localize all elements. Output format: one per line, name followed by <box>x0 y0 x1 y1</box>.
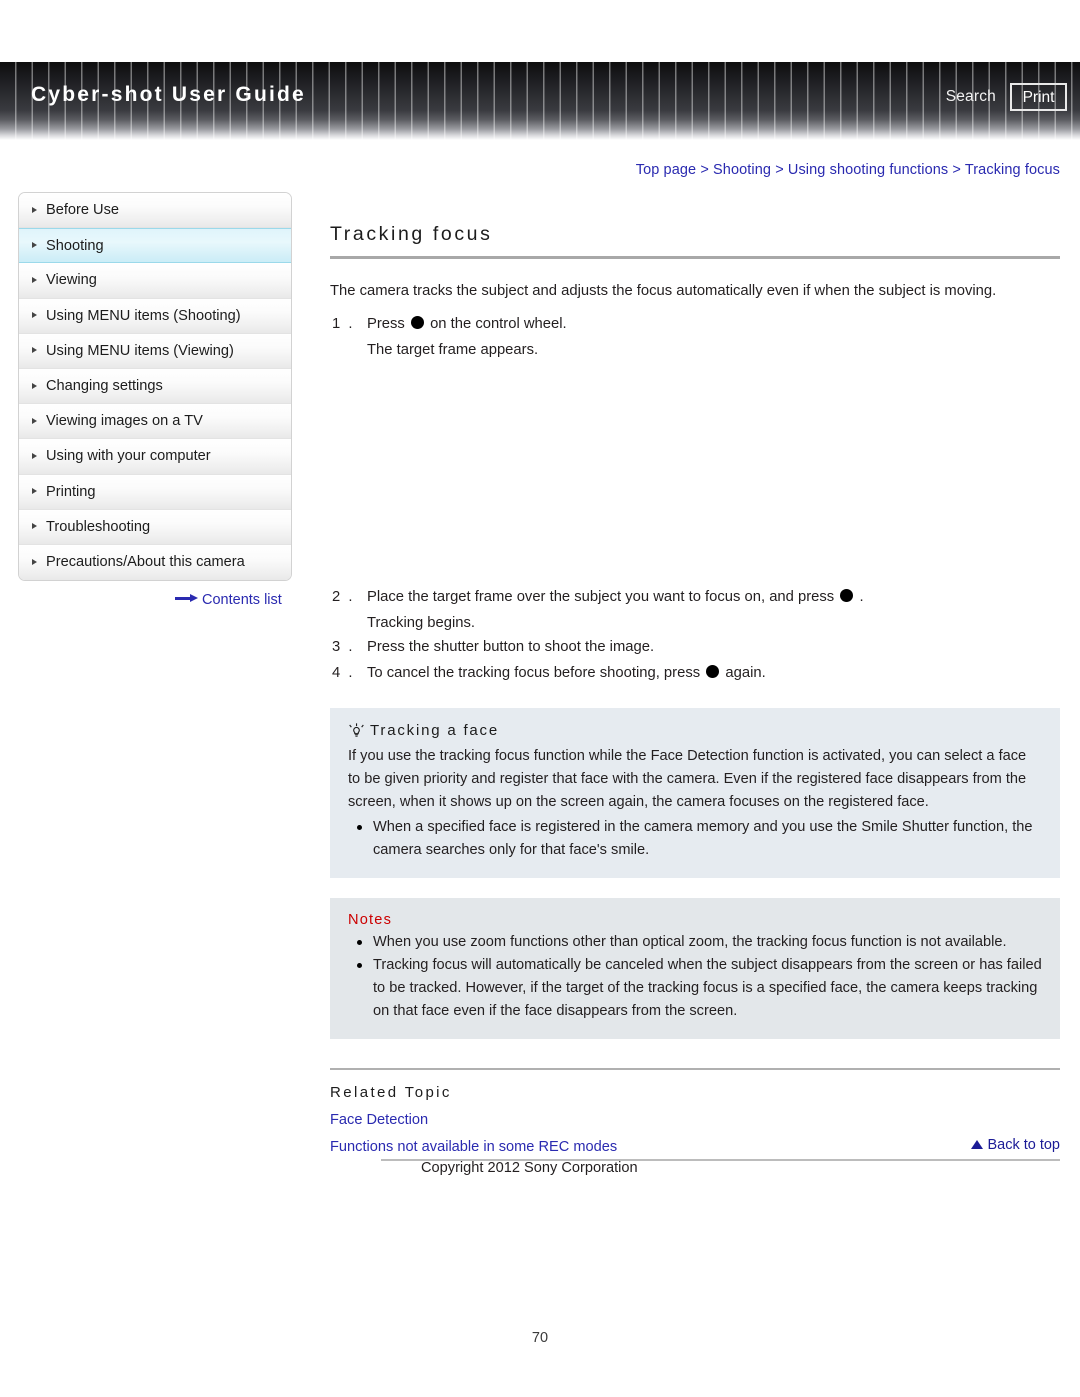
sidebar-item-label: Using MENU items (Viewing) <box>46 342 234 359</box>
search-button[interactable]: Search <box>946 88 996 106</box>
notes-box: Notes When you use zoom functions other … <box>330 897 1060 1040</box>
back-to-top-link[interactable]: Back to top <box>971 1137 1060 1153</box>
triangle-right-icon <box>32 488 37 495</box>
sidebar-item-printing[interactable]: Printing <box>19 474 291 510</box>
lightbulb-icon <box>349 723 364 737</box>
copyright-text: Copyright 2012 Sony Corporation <box>421 1160 638 1176</box>
sidebar-item-label: Before Use <box>46 202 120 218</box>
sidebar-item-label: Using with your computer <box>46 448 211 465</box>
step-number: 3 . <box>332 638 355 655</box>
page-number: 70 <box>531 1330 549 1346</box>
steps-list-continued: 2 . Place the target frame over the subje… <box>330 586 1060 686</box>
triangle-right-icon <box>32 312 37 319</box>
sidebar-item-label: Viewing <box>46 272 97 289</box>
arrow-right-icon <box>175 594 199 603</box>
sidebar-item-label: Troubleshooting <box>46 518 151 535</box>
triangle-right-icon <box>32 417 37 424</box>
sidebar-item-viewing-images-on-a-tv[interactable]: Viewing images on a TV <box>19 404 291 440</box>
sidebar-item-label: Printing <box>46 483 96 500</box>
triangle-right-icon <box>32 206 37 213</box>
control-wheel-center-button-icon <box>410 315 424 329</box>
triangle-up-icon <box>971 1140 984 1149</box>
steps-list: 1 . Press on the control wheel. The target… <box>330 313 1060 363</box>
control-wheel-center-button-icon <box>840 588 854 602</box>
intro-paragraph: The camera tracks the subject and adjust… <box>330 283 997 299</box>
triangle-right-icon <box>32 242 37 249</box>
triangle-right-icon <box>32 452 37 459</box>
step-text: Press <box>367 315 405 332</box>
illustration-placeholder <box>330 363 1060 576</box>
bullet-item: When a specified face is registered in t… <box>348 816 1042 862</box>
step-text: Press the shutter button to shoot the im… <box>367 638 655 655</box>
sidebar-item-using-menu-items-shooting[interactable]: Using MENU items (Shooting) <box>19 298 291 334</box>
related-link[interactable]: Functions not available in some REC mode… <box>330 1139 1060 1155</box>
sidebar-nav: Before Use Shooting Viewing Using MENU item… <box>18 192 292 582</box>
sidebar-item-precautions-about-this-camera[interactable]: Precautions/About this camera <box>19 544 291 581</box>
triangle-right-icon <box>32 558 37 565</box>
contents-list-label: Contents list <box>202 592 282 608</box>
tip-heading-text: Tracking a face <box>370 721 499 739</box>
step-number: 4 . <box>332 664 355 681</box>
related-link[interactable]: Face Detection <box>330 1112 1060 1128</box>
step-number: 1 . <box>332 315 355 332</box>
step-text-after: on the control wheel. <box>430 315 567 332</box>
step-subtext: The target frame appears. <box>367 341 539 358</box>
sidebar-item-label: Viewing images on a TV <box>46 413 203 430</box>
sidebar-item-changing-settings[interactable]: Changing settings <box>19 368 291 405</box>
tip-bullets: When a specified face is registered in t… <box>348 816 1042 862</box>
triangle-right-icon <box>32 347 37 354</box>
related-divider <box>330 1068 1060 1071</box>
main-content: Tracking focus The camera tracks the sub… <box>330 192 1060 1155</box>
tip-body: If you use the tracking focus function w… <box>348 747 1027 810</box>
site-header: Cyber-shot User Guide Search Print <box>0 62 1080 140</box>
sidebar-item-viewing[interactable]: Viewing <box>19 263 291 299</box>
step-subtext: Tracking begins. <box>367 614 476 631</box>
tip-heading: Tracking a face <box>348 722 1042 739</box>
breadcrumb[interactable]: Top page > Shooting > Using shooting fun… <box>636 162 1060 178</box>
triangle-right-icon <box>32 523 37 530</box>
sidebar-item-label: Precautions/About this camera <box>46 553 245 570</box>
triangle-right-icon <box>32 276 37 283</box>
step-text-after: . <box>859 588 864 605</box>
triangle-right-icon <box>32 382 37 389</box>
step-number: 2 . <box>332 588 355 605</box>
step-text: Place the target frame over the subject … <box>367 588 835 605</box>
site-title: Cyber-shot User Guide <box>31 83 306 106</box>
notes-heading: Notes <box>348 911 393 928</box>
sidebar-item-label: Using MENU items (Shooting) <box>46 307 241 324</box>
related-links: Face Detection Functions not available in… <box>330 1112 1060 1155</box>
related-topic-heading: Related Topic <box>330 1084 452 1102</box>
print-button[interactable]: Print <box>1010 83 1067 111</box>
sidebar-item-label: Changing settings <box>46 377 163 394</box>
page-title: Tracking focus <box>330 223 493 245</box>
sidebar-item-shooting[interactable]: Shooting <box>19 228 291 264</box>
step-item: 4 . To cancel the tracking focus before s… <box>330 662 1060 686</box>
notes-bullets: When you use zoom functions other than o… <box>348 931 1042 1023</box>
step-item: 3 . Press the shutter button to shoot the… <box>330 636 1060 660</box>
title-divider <box>330 256 1060 259</box>
bullet-item: When you use zoom functions other than o… <box>348 931 1042 954</box>
bullet-item: Tracking focus will automatically be can… <box>348 954 1042 1023</box>
step-item: 2 . Place the target frame over the subje… <box>330 586 1060 610</box>
step-text: To cancel the tracking focus before shoo… <box>367 664 701 681</box>
control-wheel-center-button-icon <box>706 664 720 678</box>
sidebar-item-before-use[interactable]: Before Use <box>19 193 291 229</box>
sidebar-item-troubleshooting[interactable]: Troubleshooting <box>19 509 291 545</box>
sidebar-item-using-menu-items-viewing[interactable]: Using MENU items (Viewing) <box>19 333 291 369</box>
sidebar-item-using-with-your-computer[interactable]: Using with your computer <box>19 439 291 475</box>
contents-list-link[interactable]: Contents list <box>175 592 282 608</box>
tip-box: Tracking a face If you use the tracking … <box>330 707 1060 878</box>
step-text-after: again. <box>725 664 766 681</box>
step-item: 1 . Press on the control wheel. <box>330 313 1060 337</box>
sidebar-item-label: Shooting <box>46 238 104 255</box>
back-to-top-label: Back to top <box>987 1137 1060 1153</box>
